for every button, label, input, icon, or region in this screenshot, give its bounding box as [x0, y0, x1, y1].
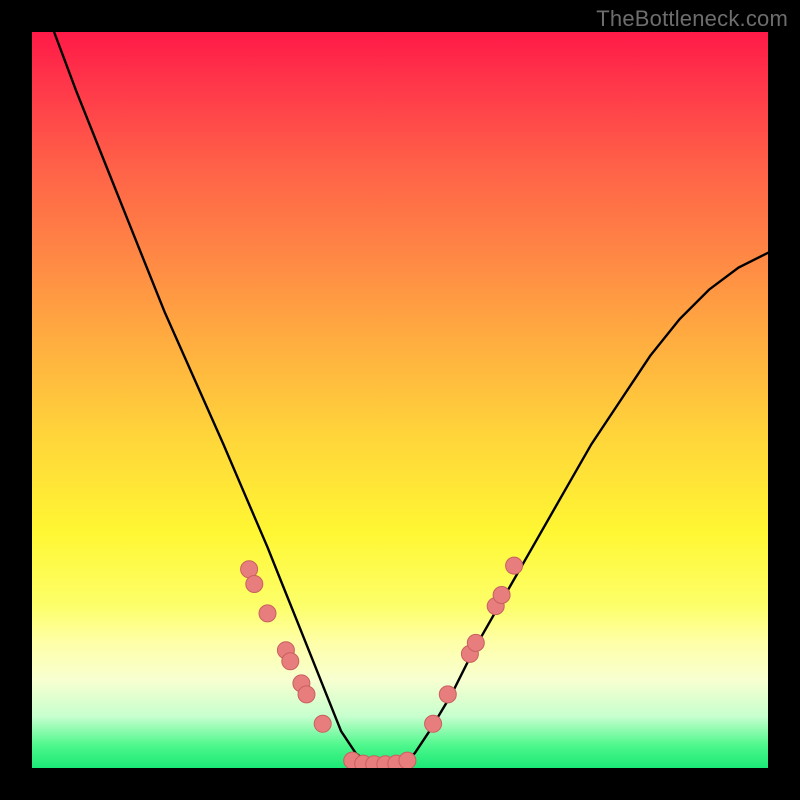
bottleneck-curve [32, 32, 768, 764]
chart-frame: TheBottleneck.com [0, 0, 800, 800]
data-point [467, 634, 484, 651]
plot-area [32, 32, 768, 768]
data-point [399, 752, 416, 768]
data-point [506, 557, 523, 574]
data-point [439, 686, 456, 703]
data-point [493, 587, 510, 604]
curve-layer [32, 32, 768, 768]
data-point [298, 686, 315, 703]
data-point [246, 576, 263, 593]
data-point [314, 715, 331, 732]
data-point [259, 605, 276, 622]
data-point [282, 653, 299, 670]
data-point [425, 715, 442, 732]
watermark-text: TheBottleneck.com [596, 6, 788, 32]
